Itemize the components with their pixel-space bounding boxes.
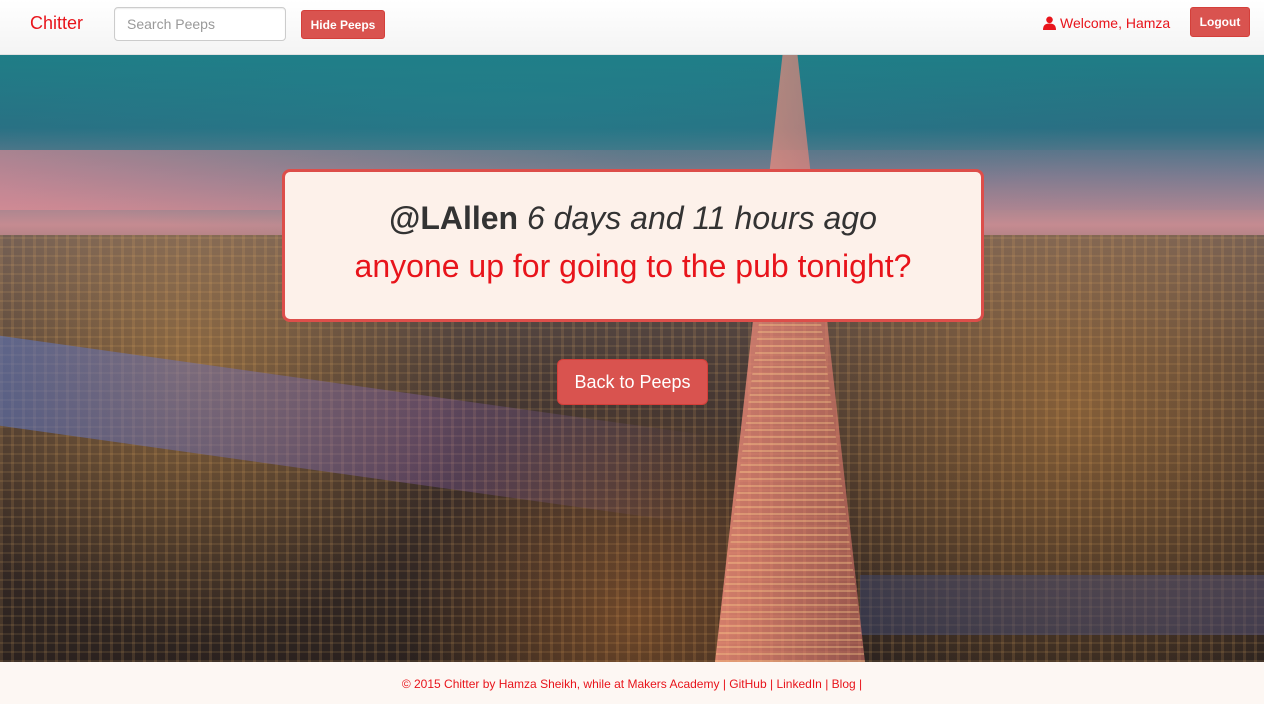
footer-separator: | [825,677,829,691]
river-east [860,575,1264,635]
welcome-text: Welcome, Hamza [1060,15,1171,31]
welcome-link[interactable]: Welcome, Hamza [1043,15,1170,31]
footer-link-blog[interactable]: Blog [832,677,856,691]
footer: © 2015 Chitter by Hamza Sheikh, while at… [0,662,1264,704]
footer-separator: | [859,677,863,691]
peep-author-handle[interactable]: @LAllen [389,200,518,236]
user-icon [1043,16,1056,30]
search-input[interactable] [114,7,286,41]
peep-timestamp: 6 days and 11 hours ago [526,200,877,236]
footer-separator: | [722,677,726,691]
footer-link-github[interactable]: GitHub [729,677,766,691]
back-to-peeps-button[interactable]: Back to Peeps [557,359,708,405]
hide-peeps-button[interactable]: Hide Peeps [301,10,385,39]
footer-credit: © 2015 Chitter by Hamza Sheikh, while at… [401,677,720,691]
footer-link-linkedin[interactable]: LinkedIn [776,677,821,691]
peep-header: @LAllen 6 days and 11 hours ago [285,200,981,237]
peep-message: anyone up for going to the pub tonight? [354,248,912,284]
logout-button[interactable]: Logout [1190,7,1250,37]
navbar: Chitter Hide Peeps Welcome, Hamza Logout [0,0,1264,55]
peep-card: @LAllen 6 days and 11 hours ago anyone u… [282,169,984,322]
footer-separator: | [770,677,774,691]
brand-link[interactable]: Chitter [30,13,83,34]
